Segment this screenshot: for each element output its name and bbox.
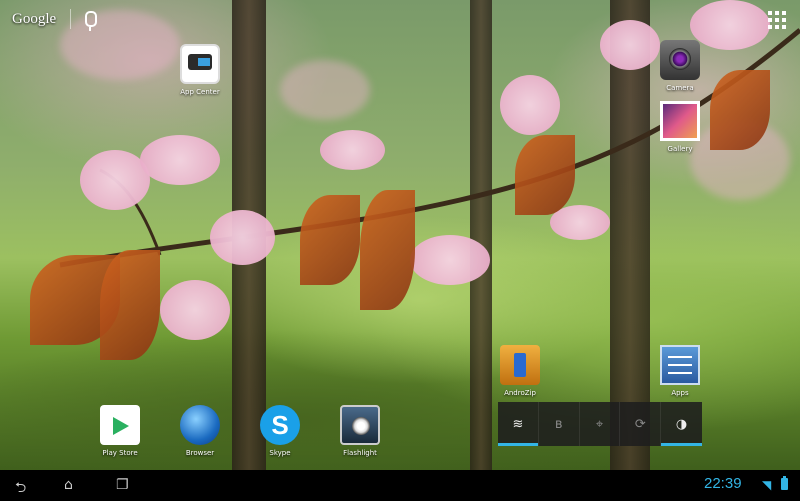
bluetooth-icon: ʙ: [554, 416, 563, 432]
blossom: [320, 130, 385, 170]
autumn-leaf: [100, 250, 160, 360]
clock[interactable]: 22:39: [704, 475, 742, 492]
app-shortcut-camera[interactable]: Camera: [645, 40, 715, 92]
blossom: [140, 135, 220, 185]
system-navigation-bar: ⮌ ⌂ ❐ 22:39 ◥: [0, 470, 800, 500]
app-label: Browser: [185, 449, 215, 457]
androzip-icon: [500, 345, 540, 385]
home-icon[interactable]: ⌂: [64, 477, 73, 493]
camera-icon: [660, 40, 700, 80]
browser-globe-icon: [180, 405, 220, 445]
app-shortcut-apps[interactable]: Apps: [645, 345, 715, 397]
sync-icon: ⟳: [634, 416, 646, 432]
autumn-leaf: [300, 195, 360, 285]
app-label: Apps: [671, 389, 689, 397]
app-label: Play Store: [102, 449, 138, 457]
microphone-icon[interactable]: [85, 11, 98, 31]
quick-settings-widget: ≋ ʙ ⌖ ⟳ ◑: [498, 402, 702, 446]
back-icon[interactable]: ⮌: [15, 477, 26, 501]
app-center-icon: [180, 44, 220, 84]
apps-settings-icon: [660, 345, 700, 385]
wifi-icon: ≋: [512, 416, 524, 432]
app-label: Camera: [666, 84, 694, 92]
autumn-leaf: [515, 135, 575, 215]
play-store-icon: [100, 405, 140, 445]
blossom: [500, 75, 560, 135]
dock-flashlight[interactable]: Flashlight: [325, 405, 395, 457]
blossom: [410, 235, 490, 285]
app-label: Gallery: [667, 145, 693, 153]
skype-icon: S: [260, 405, 300, 445]
gallery-icon: [660, 101, 700, 141]
app-label: AndroZip: [504, 389, 536, 397]
toggle-wifi[interactable]: ≋: [498, 402, 539, 446]
recent-apps-icon[interactable]: ❐: [116, 477, 129, 493]
wifi-signal-icon: ◥: [762, 478, 772, 492]
gps-icon: ⌖: [595, 416, 604, 432]
all-apps-grid-icon[interactable]: [768, 11, 786, 29]
dock-play-store[interactable]: Play Store: [85, 405, 155, 457]
toggle-gps[interactable]: ⌖: [580, 402, 621, 446]
blossom: [210, 210, 275, 265]
search-divider: [70, 9, 72, 29]
toggle-bluetooth[interactable]: ʙ: [539, 402, 580, 446]
app-label: Flashlight: [343, 449, 377, 457]
app-label: Skype: [269, 449, 291, 457]
google-logo[interactable]: Google: [12, 11, 56, 28]
app-label: App Center: [180, 88, 220, 96]
app-shortcut-gallery[interactable]: Gallery: [645, 101, 715, 153]
autumn-leaf: [710, 70, 770, 150]
brightness-icon: ◑: [675, 416, 688, 432]
dock-skype[interactable]: S Skype: [245, 405, 315, 457]
toggle-brightness[interactable]: ◑: [661, 402, 702, 446]
google-search-bar[interactable]: Google: [12, 8, 98, 31]
toggle-sync[interactable]: ⟳: [620, 402, 662, 446]
battery-icon: [781, 476, 788, 490]
autumn-leaf: [360, 190, 415, 310]
blossom: [160, 280, 230, 340]
app-shortcut-app-center[interactable]: App Center: [165, 44, 235, 96]
app-shortcut-androzip[interactable]: AndroZip: [485, 345, 555, 397]
dock-browser[interactable]: Browser: [165, 405, 235, 457]
flashlight-icon: [340, 405, 380, 445]
